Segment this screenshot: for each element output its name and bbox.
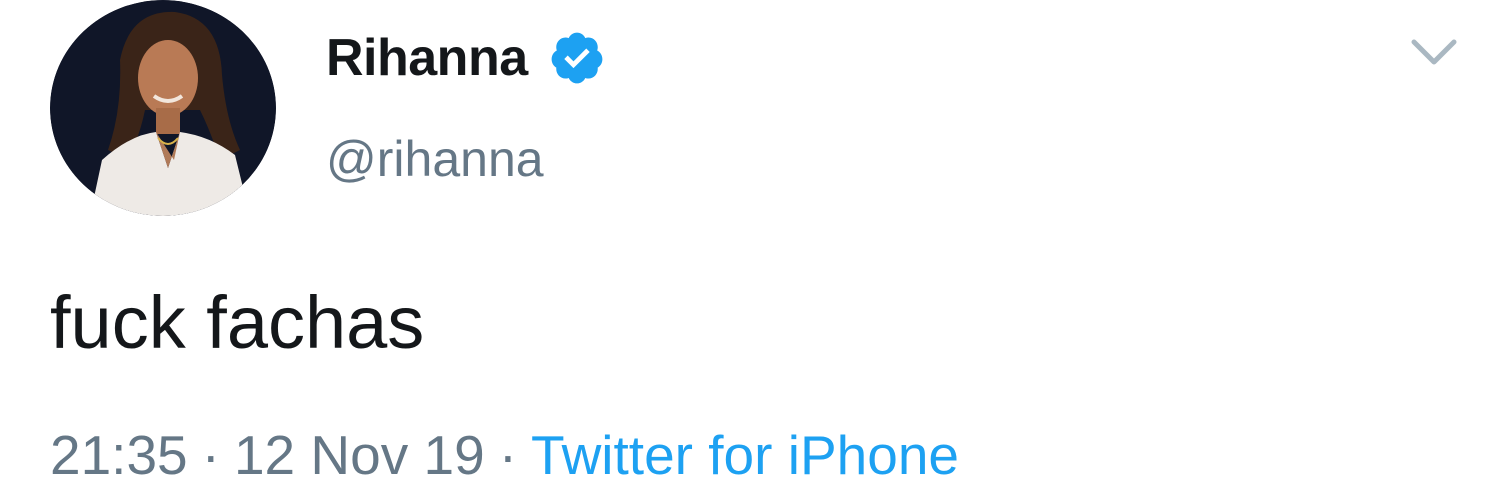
separator-dot: · — [498, 424, 518, 486]
tweet-text: fuck fachas — [50, 281, 425, 364]
tweet-metadata: 21:35 · 12 Nov 19 · Twitter for iPhone — [50, 428, 959, 483]
author-name-row[interactable]: Rihanna — [326, 26, 606, 90]
separator-dot: · — [201, 424, 220, 486]
tweet-source-link[interactable]: Twitter for iPhone — [531, 424, 959, 486]
profile-photo-icon — [50, 0, 276, 216]
tweet-date[interactable]: 12 Nov 19 — [234, 424, 485, 486]
tweet-card: Rihanna @rihanna fuck fachas 21:35 · 12 No… — [0, 0, 1500, 500]
tweet-time[interactable]: 21:35 — [50, 424, 188, 486]
author-handle[interactable]: @rihanna — [326, 130, 544, 188]
verified-badge-icon — [548, 29, 606, 87]
display-name[interactable]: Rihanna — [326, 28, 528, 88]
avatar[interactable] — [50, 0, 276, 216]
chevron-down-icon[interactable] — [1408, 34, 1460, 70]
